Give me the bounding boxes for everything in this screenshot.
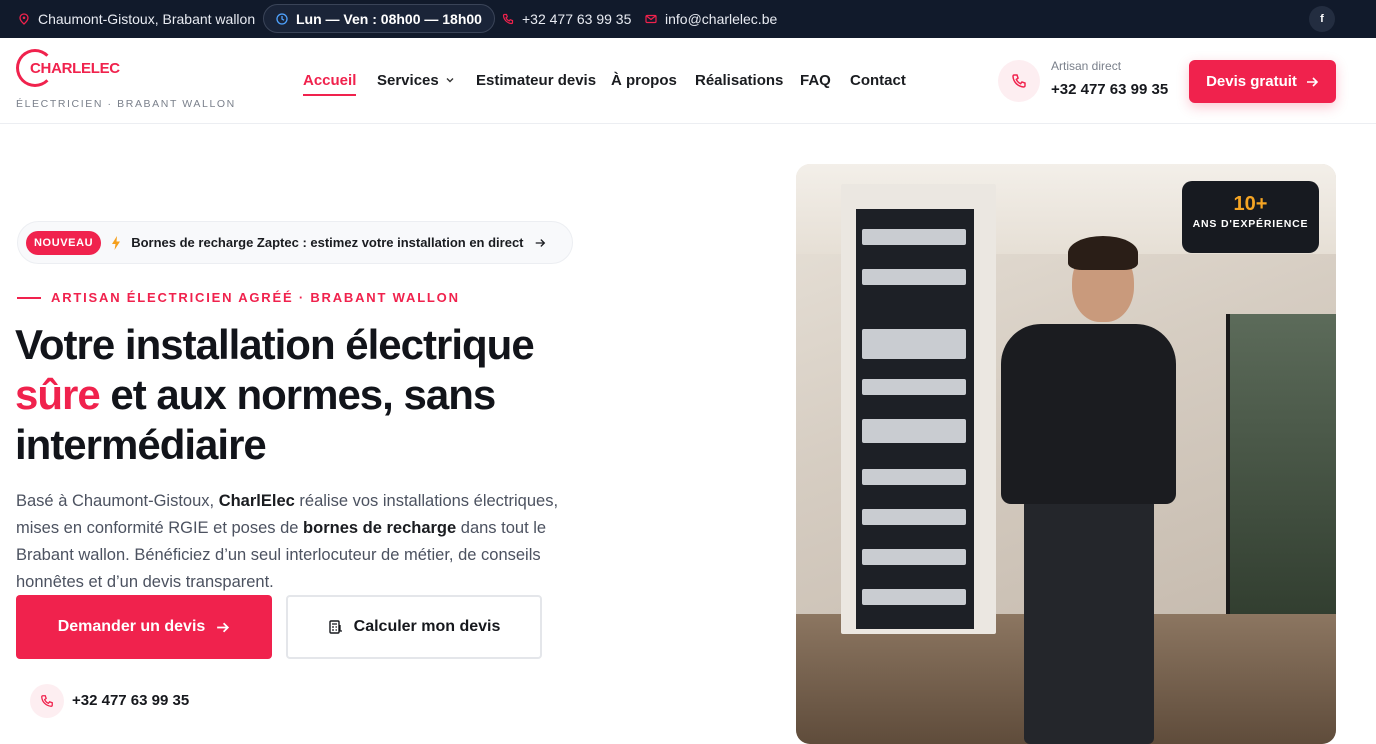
rack-unit xyxy=(862,329,966,359)
phone-icon xyxy=(41,695,53,707)
topbar-email-link[interactable]: info@charlelec.be xyxy=(645,0,777,38)
nav-services-label: Services xyxy=(377,72,439,89)
photo-person-hair xyxy=(1068,236,1138,270)
rack-unit xyxy=(862,469,966,485)
hero-title: Votre installation électrique sûre et au… xyxy=(15,320,615,470)
logo-text: CHARLELEC xyxy=(30,60,120,77)
photo-electrical-rack xyxy=(856,209,974,629)
new-badge: NOUVEAU xyxy=(26,230,102,255)
arrow-right-icon xyxy=(217,622,230,632)
clock-icon xyxy=(276,12,288,25)
mail-icon xyxy=(645,14,657,24)
header-phone-number[interactable]: +32 477 63 99 35 xyxy=(1051,81,1168,98)
hero-eyebrow: ARTISAN ÉLECTRICIEN AGRÉÉ · BRABANT WALL… xyxy=(17,290,460,305)
hours-pill: Lun — Ven : 08h00 — 18h00 xyxy=(263,4,495,33)
calculate-quote-label: Calculer mon devis xyxy=(353,618,501,635)
header-phone-label: Artisan direct xyxy=(1051,59,1122,73)
rack-unit xyxy=(862,269,966,285)
arrow-right-icon xyxy=(535,238,545,247)
chevron-down-icon xyxy=(446,78,454,83)
experience-value: 10+ xyxy=(1233,193,1268,215)
request-quote-button[interactable]: Demander un devis xyxy=(16,595,272,659)
location-info: Chaumont-Gistoux, Brabant wallon xyxy=(18,0,255,38)
nav-a-propos[interactable]: À propos xyxy=(611,72,677,89)
calculator-icon xyxy=(328,620,342,634)
hero-title-line3: intermédiaire xyxy=(15,421,267,468)
photo-person-legs xyxy=(1024,499,1154,744)
topbar-email-text: info@charlelec.be xyxy=(665,11,778,27)
rack-unit xyxy=(862,549,966,565)
logo-tagline: ÉLECTRICIEN · BRABANT WALLON xyxy=(16,98,236,110)
request-quote-label: Demander un devis xyxy=(57,618,206,635)
lead-part1: Basé à Chaumont-Gistoux, xyxy=(16,492,219,510)
promo-banner[interactable]: NOUVEAU Bornes de recharge Zaptec : esti… xyxy=(17,221,573,264)
free-quote-label: Devis gratuit xyxy=(1206,73,1297,90)
phone-icon xyxy=(1012,74,1026,88)
logo-prefix: CHARL xyxy=(30,60,81,77)
logo-suffix: ELEC xyxy=(81,60,120,77)
hero-phone-icon[interactable] xyxy=(30,684,64,718)
nav-faq[interactable]: FAQ xyxy=(800,72,831,89)
rack-unit xyxy=(862,379,966,395)
photo-person-body xyxy=(1001,324,1176,504)
experience-label: ANS D'EXPÉRIENCE xyxy=(1192,218,1309,230)
facebook-icon[interactable]: f xyxy=(1309,6,1335,32)
hero-title-line1: Votre installation électrique xyxy=(15,321,535,368)
lead-bold2: bornes de recharge xyxy=(303,519,457,537)
hero-lead: Basé à Chaumont-Gistoux, CharlElec réali… xyxy=(16,488,601,596)
nav-contact[interactable]: Contact xyxy=(850,72,906,89)
rack-unit xyxy=(862,589,966,605)
map-pin-icon xyxy=(19,13,29,25)
eyebrow-text: ARTISAN ÉLECTRICIEN AGRÉÉ · BRABANT WALL… xyxy=(51,290,460,305)
topbar-phone-link[interactable]: +32 477 63 99 35 xyxy=(502,0,631,38)
hero-title-accent: sûre xyxy=(15,371,101,418)
header-phone-icon[interactable] xyxy=(998,60,1040,102)
promo-text: Bornes de recharge Zaptec : estimez votr… xyxy=(131,235,524,250)
hours-text: Lun — Ven : 08h00 — 18h00 xyxy=(296,10,482,27)
hero-title-line2: et aux normes, sans xyxy=(99,371,496,418)
nav-services[interactable]: Services xyxy=(377,72,455,89)
location-text: Chaumont-Gistoux, Brabant wallon xyxy=(38,11,256,27)
nav-realisations[interactable]: Réalisations xyxy=(695,72,783,89)
bolt-icon xyxy=(112,235,121,250)
phone-icon xyxy=(502,13,514,25)
rack-unit xyxy=(862,419,966,443)
rack-unit xyxy=(862,229,966,245)
hero-phone-number[interactable]: +32 477 63 99 35 xyxy=(72,692,189,709)
photo-window xyxy=(1226,314,1336,644)
lead-bold1: CharlElec xyxy=(218,492,295,510)
site-header: CHARLELEC ÉLECTRICIEN · BRABANT WALLON A… xyxy=(0,38,1376,124)
top-bar: Chaumont-Gistoux, Brabant wallon Lun — V… xyxy=(0,0,1376,38)
eyebrow-line xyxy=(17,296,41,299)
free-quote-button[interactable]: Devis gratuit xyxy=(1189,60,1336,103)
calculate-quote-button[interactable]: Calculer mon devis xyxy=(286,595,542,659)
rack-unit xyxy=(862,509,966,525)
experience-badge: 10+ ANS D'EXPÉRIENCE xyxy=(1182,181,1319,253)
logo[interactable]: CHARLELEC xyxy=(16,49,126,89)
nav-estimateur[interactable]: Estimateur devis xyxy=(476,72,596,89)
arrow-right-icon xyxy=(1306,76,1319,87)
nav-accueil[interactable]: Accueil xyxy=(303,72,357,96)
topbar-phone-text: +32 477 63 99 35 xyxy=(522,11,632,27)
